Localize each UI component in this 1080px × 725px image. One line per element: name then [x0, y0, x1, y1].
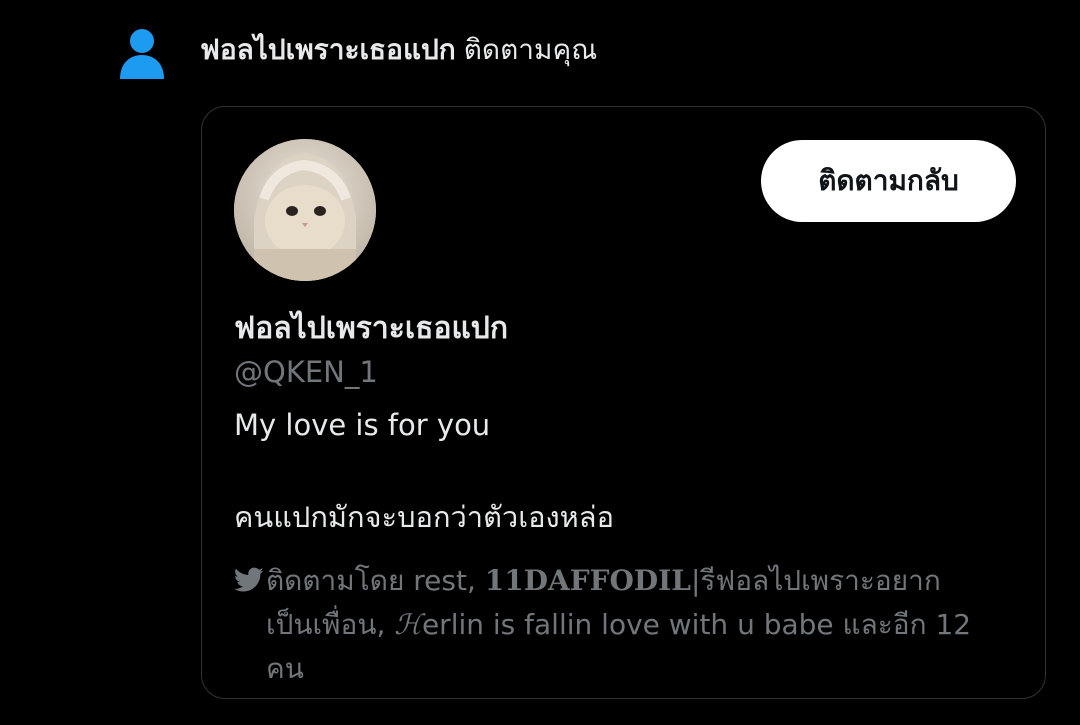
notification-header: [118, 24, 166, 84]
profile-handle[interactable]: @QKEN_1: [234, 355, 378, 389]
profile-bio: My love is for you คนแปกมักจะบอกว่าตัวเอ…: [234, 403, 614, 539]
cat-avatar-image: [234, 139, 376, 281]
notification-text: ฟอลไปเพราะเธอแปก ติดตามคุณ: [200, 28, 597, 72]
notification-action-text: ติดตามคุณ: [463, 33, 598, 66]
follower-name-daffodil[interactable]: 11DAFFODIL: [485, 564, 691, 597]
follower-script-h[interactable]: ℋ: [394, 608, 422, 641]
followed-by-line-2: เป็นเพื่อน, ℋerlin is fallin love with u…: [234, 603, 1014, 647]
followed-by-line-3: คน: [266, 652, 304, 685]
followed-by-prefix: ติดตามโดย rest,: [266, 564, 485, 597]
followed-by-text: ติดตามโดย rest, 11DAFFODIL|รีฟอลไปเพราะอ…: [234, 559, 1014, 691]
bio-line-2: คนแปกมักจะบอกว่าตัวเองหล่อ: [234, 500, 614, 534]
person-icon: [120, 29, 164, 79]
twitter-bird-icon: [234, 567, 264, 592]
followed-by-line2-prefix: เป็นเพื่อน,: [266, 608, 395, 641]
follower-name-daffodil-suffix[interactable]: |รีฟอลไปเพราะอยาก: [691, 564, 941, 597]
avatar[interactable]: [234, 139, 376, 281]
bio-line-1: My love is for you: [234, 408, 491, 442]
followed-by-line2-rest[interactable]: erlin is fallin love with u babe และอีก …: [422, 608, 971, 641]
notification-user-name[interactable]: ฟอลไปเพราะเธอแปก: [200, 33, 456, 66]
profile-display-name[interactable]: ฟอลไปเพราะเธอแปก: [234, 305, 508, 352]
user-card[interactable]: ติดตามกลับ ฟอลไปเพราะเธอแปก @QKEN_1 My l…: [201, 106, 1046, 699]
follow-back-button[interactable]: ติดตามกลับ: [761, 140, 1016, 222]
